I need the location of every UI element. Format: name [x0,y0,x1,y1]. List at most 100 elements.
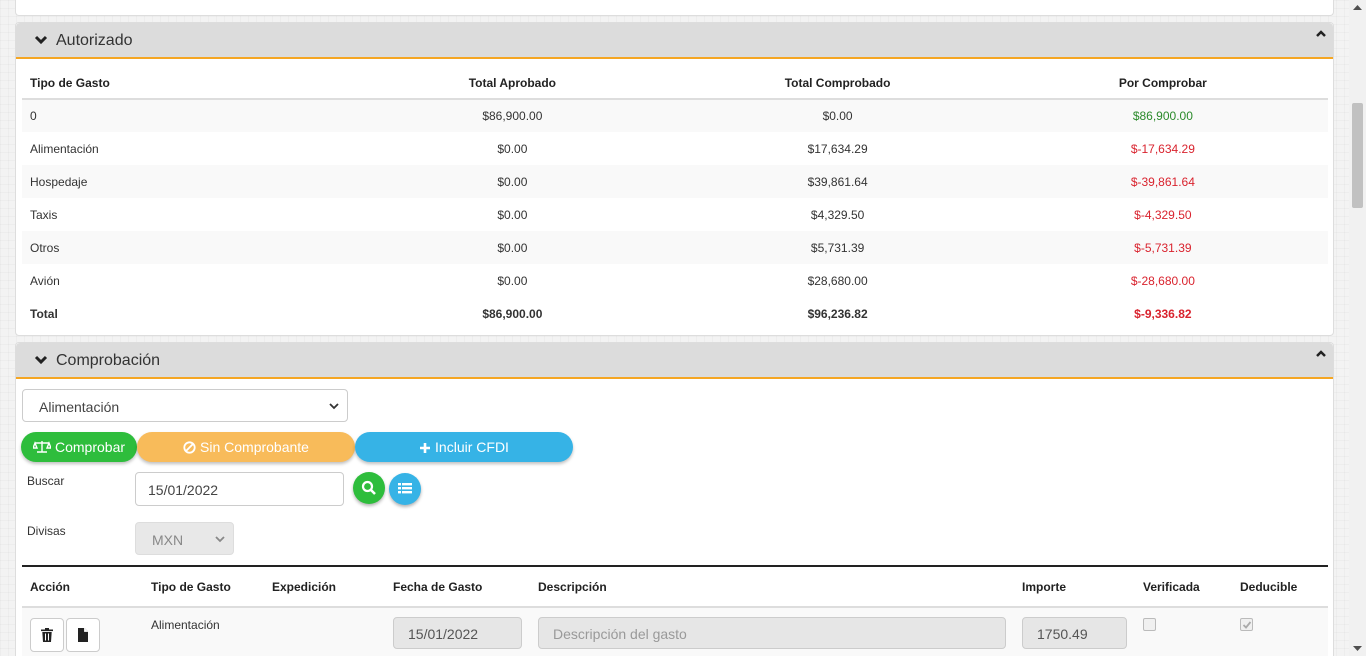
descripcion-placeholder: Descripción del gasto [553,626,687,642]
list-button[interactable] [389,473,421,505]
header-fecha-gasto: Fecha de Gasto [385,567,530,608]
total-aprobado-cell: $0.00 [347,231,678,264]
total-comprobado-cell: $96,236.82 [677,297,998,330]
importe-cell: 1750.49 [1014,607,1135,656]
incluir-cfdi-button[interactable]: Incluir CFDI [355,432,573,462]
header-deducible: Deducible [1232,567,1328,608]
header-importe: Importe [1014,567,1135,608]
chevron-down-icon [215,536,225,543]
scrollbar-thumb[interactable] [1352,103,1363,208]
header-total-comprobado: Total Comprobado [677,67,998,100]
table-row: Taxis $0.00 $4,329.50 $-4,329.50 [22,198,1328,231]
verificada-cell [1135,607,1232,656]
list-icon [398,483,412,494]
importe-value: 1750.49 [1037,626,1088,642]
fecha-gasto-input[interactable]: 15/01/2022 [393,617,522,649]
scroll-down-icon[interactable] [1353,646,1362,652]
header-tipo-gasto: Tipo de Gasto [143,567,264,608]
descripcion-cell: Descripción del gasto [530,607,1014,656]
balance-scale-icon [31,441,53,453]
total-aprobado-cell: $0.00 [347,165,678,198]
panel-title: Autorizado [56,32,133,49]
autorizado-table: Tipo de Gasto Total Aprobado Total Compr… [22,67,1328,330]
deducible-checkbox[interactable] [1240,618,1253,631]
table-row: Alimentación $0.00 $17,634.29 $-17,634.29 [22,132,1328,165]
buscar-date-value: 15/01/2022 [148,482,219,498]
descripcion-input[interactable]: Descripción del gasto [538,617,1006,649]
table-row: Alimentación 15/01/2022 Descripción del … [22,607,1328,656]
search-icon [361,480,376,495]
por-comprobar-cell: $-5,731.39 [997,231,1328,264]
trash-icon [41,628,53,642]
previous-panel [15,0,1334,16]
tipo-gasto-cell: Hospedaje [22,165,348,198]
total-row: Total $86,900.00 $96,236.82 $-9,336.82 [22,297,1328,330]
sin-comprobante-label: Sin Comprobante [200,439,309,455]
document-button[interactable] [66,618,100,652]
por-comprobar-cell: $86,900.00 [997,99,1328,132]
scroll-up-icon[interactable] [1353,4,1362,10]
collapse-icon[interactable] [1315,349,1327,359]
delete-button[interactable] [30,618,64,652]
tipo-gasto-cell: Otros [22,231,348,264]
por-comprobar-cell: $-9,336.82 [997,297,1328,330]
buscar-label: Buscar [27,474,65,488]
total-aprobado-cell: $0.00 [497,141,528,156]
comprobacion-panel: Comprobación Alimentación Comprobar Sin … [15,342,1334,656]
chevron-down-icon [34,35,48,45]
header-expedicion: Expedición [264,567,385,608]
incluir-cfdi-label: Incluir CFDI [435,439,509,455]
por-comprobar-cell: $-4,329.50 [1134,207,1192,222]
file-icon [78,628,88,642]
header-tipo-gasto: Tipo de Gasto [22,67,348,100]
ban-icon [183,441,196,454]
sin-comprobante-button[interactable]: Sin Comprobante [137,432,355,462]
scrollbar[interactable] [1349,0,1366,656]
total-aprobado-cell: $86,900.00 [347,297,678,330]
divisas-label: Divisas [27,524,66,538]
comprobar-button[interactable]: Comprobar [21,432,137,462]
panel-title: Comprobación [56,352,161,369]
category-select[interactable]: Alimentación [22,389,348,422]
divisas-value: MXN [152,532,184,548]
total-comprobado-cell: $5,731.39 [677,231,998,264]
chevron-down-icon [329,403,339,410]
tipo-gasto-cell: Alimentación [30,141,99,156]
tipo-gasto-cell: Taxis [30,207,58,222]
total-comprobado-cell: $39,861.64 [677,165,998,198]
table-row: 0 $86,900.00 $0.00 $86,900.00 [22,99,1328,132]
table-row: Avión $0.00 $28,680.00 $-28,680.00 [22,264,1328,297]
por-comprobar-cell: $-28,680.00 [1130,273,1195,288]
deducible-cell [1232,607,1328,656]
table-row: Hospedaje $0.00 $39,861.64 $-39,861.64 [22,165,1328,198]
verificada-checkbox[interactable] [1143,618,1156,631]
header-total-aprobado: Total Aprobado [347,67,678,100]
fecha-gasto-cell: 15/01/2022 [385,607,530,656]
autorizado-panel: Autorizado Tipo de Gasto Total Aprobado … [15,22,1334,336]
plus-icon [420,443,431,453]
total-aprobado-cell: $0.00 [497,273,528,288]
table-row: Otros $0.00 $5,731.39 $-5,731.39 [22,231,1328,264]
table-header-row: Acción Tipo de Gasto Expedición Fecha de… [22,567,1328,608]
divisas-select[interactable]: MXN [135,522,234,555]
total-comprobado-cell: $17,634.29 [807,141,868,156]
total-aprobado-cell: $86,900.00 [347,99,678,132]
total-aprobado-cell: $0.00 [497,207,528,222]
comprobar-label: Comprobar [54,439,126,455]
tipo-gasto-cell: Alimentación [143,607,264,656]
gastos-table: Acción Tipo de Gasto Expedición Fecha de… [22,567,1328,656]
fecha-gasto-value: 15/01/2022 [408,626,479,642]
search-button[interactable] [353,472,385,504]
chevron-down-icon [34,355,48,365]
header-accion: Acción [22,567,143,608]
tipo-gasto-cell: Avión [30,273,60,288]
header-descripcion: Descripción [530,567,1014,608]
table-header-row: Tipo de Gasto Total Aprobado Total Compr… [22,67,1328,100]
comprobacion-heading[interactable]: Comprobación [16,343,1333,379]
autorizado-heading[interactable]: Autorizado [16,23,1333,59]
por-comprobar-cell: $-39,861.64 [997,165,1328,198]
buscar-date-input[interactable]: 15/01/2022 [135,472,344,506]
collapse-icon[interactable] [1315,29,1327,39]
expedicion-cell [264,607,385,656]
importe-input[interactable]: 1750.49 [1022,617,1127,649]
